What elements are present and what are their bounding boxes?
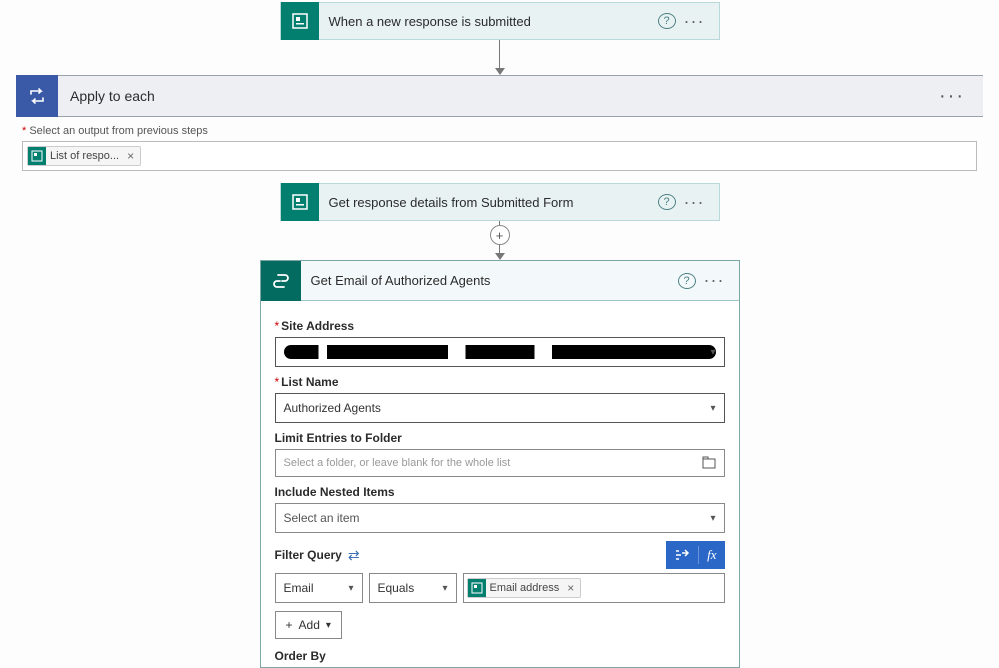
dynamic-content-icon[interactable] xyxy=(674,548,690,562)
more-icon[interactable]: ··· xyxy=(676,11,719,32)
add-filter-button[interactable]: + Add ▾ xyxy=(275,611,342,639)
chevron-down-icon: ▾ xyxy=(710,513,715,524)
filter-operator-value: Equals xyxy=(378,581,415,595)
chevron-down-icon: ▾ xyxy=(710,347,715,358)
trigger-title: When a new response is submitted xyxy=(319,14,658,29)
add-step-button[interactable]: + xyxy=(490,225,510,245)
filter-column-select[interactable]: Email ▾ xyxy=(275,573,363,603)
help-icon[interactable]: ? xyxy=(678,273,696,289)
list-name-select[interactable]: Authorized Agents ▾ xyxy=(275,393,725,423)
limit-folder-label: Limit Entries to Folder xyxy=(275,431,725,445)
output-label: * Select an output from previous steps xyxy=(22,125,977,137)
list-name-value: Authorized Agents xyxy=(284,401,381,415)
get-response-details-card[interactable]: Get response details from Submitted Form… xyxy=(280,183,720,221)
sharepoint-title: Get Email of Authorized Agents xyxy=(301,273,678,288)
site-address-select[interactable]: ▾ xyxy=(275,337,725,367)
output-token[interactable]: List of respo... × xyxy=(27,146,141,166)
more-icon[interactable]: ··· xyxy=(696,270,739,291)
plus-icon: + xyxy=(286,618,293,632)
order-by-label: Order By xyxy=(275,649,725,663)
trigger-card[interactable]: When a new response is submitted ? ··· xyxy=(280,2,720,40)
forms-token-icon xyxy=(468,579,486,597)
sharepoint-card: Get Email of Authorized Agents ? ··· *Si… xyxy=(260,260,740,668)
filter-operator-select[interactable]: Equals ▾ xyxy=(369,573,457,603)
fx-icon[interactable]: fx xyxy=(707,547,716,563)
chevron-down-icon: ▾ xyxy=(326,620,331,631)
swap-icon[interactable]: ⇄ xyxy=(348,547,360,564)
more-icon[interactable]: ··· xyxy=(676,192,719,213)
forms-token-icon xyxy=(28,147,46,165)
connector-arrow xyxy=(495,40,505,75)
list-name-label: *List Name xyxy=(275,375,725,389)
sharepoint-icon xyxy=(261,261,301,301)
chevron-down-icon: ▾ xyxy=(348,583,353,594)
filter-query-label: Filter Query xyxy=(275,548,342,562)
remove-token-icon[interactable]: × xyxy=(563,581,578,595)
add-label: Add xyxy=(299,618,320,632)
folder-picker-icon[interactable] xyxy=(702,456,716,470)
loop-icon xyxy=(16,75,58,117)
expression-toolbar[interactable]: fx xyxy=(666,541,724,569)
filter-token-label: Email address xyxy=(490,582,564,594)
site-address-label: *Site Address xyxy=(275,319,725,333)
filter-value-token[interactable]: Email address × xyxy=(467,578,582,598)
chevron-down-icon: ▾ xyxy=(442,583,447,594)
sharepoint-card-header[interactable]: Get Email of Authorized Agents ? ··· xyxy=(261,261,739,301)
filter-column-value: Email xyxy=(284,581,314,595)
forms-icon xyxy=(281,2,319,40)
redacted-content xyxy=(284,345,716,359)
output-token-input[interactable]: List of respo... × xyxy=(22,141,977,171)
get-details-title: Get response details from Submitted Form xyxy=(319,195,658,210)
output-token-label: List of respo... xyxy=(50,150,123,162)
forms-icon xyxy=(281,183,319,221)
chevron-down-icon: ▾ xyxy=(710,403,715,414)
filter-value-input[interactable]: Email address × xyxy=(463,573,725,603)
help-icon[interactable]: ? xyxy=(658,13,676,29)
limit-placeholder: Select a folder, or leave blank for the … xyxy=(284,457,511,469)
help-icon[interactable]: ? xyxy=(658,194,676,210)
limit-folder-input[interactable]: Select a folder, or leave blank for the … xyxy=(275,449,725,477)
connector-arrow xyxy=(495,243,505,260)
remove-token-icon[interactable]: × xyxy=(123,149,138,163)
nested-label: Include Nested Items xyxy=(275,485,725,499)
nested-placeholder: Select an item xyxy=(284,511,360,525)
apply-to-each-title: Apply to each xyxy=(70,88,921,104)
apply-to-each-header[interactable]: Apply to each ··· xyxy=(16,75,983,117)
nested-select[interactable]: Select an item ▾ xyxy=(275,503,725,533)
apply-more-icon[interactable]: ··· xyxy=(921,85,983,108)
